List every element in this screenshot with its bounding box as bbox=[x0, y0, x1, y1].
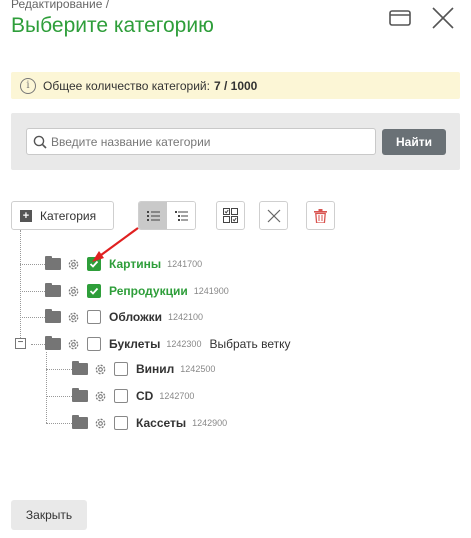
folder-icon bbox=[72, 388, 88, 402]
close-icon bbox=[432, 7, 454, 29]
category-checkbox[interactable] bbox=[114, 389, 128, 403]
tree-connector bbox=[20, 230, 21, 344]
info-icon: i bbox=[20, 77, 36, 94]
category-id: 1242900 bbox=[192, 418, 228, 428]
tree-item: Кассеты 1242900 bbox=[72, 413, 227, 433]
category-name[interactable]: Картины bbox=[109, 257, 161, 271]
category-name[interactable]: CD bbox=[136, 389, 153, 403]
find-button[interactable]: Найти bbox=[382, 129, 446, 155]
folder-icon bbox=[72, 415, 88, 429]
tree-item: CD 1242700 bbox=[72, 386, 194, 406]
maximize-icon bbox=[389, 10, 411, 26]
category-count-value: 7 / 1000 bbox=[213, 78, 258, 93]
gear-icon[interactable] bbox=[67, 285, 80, 298]
category-checkbox[interactable] bbox=[87, 337, 101, 351]
tree-connector bbox=[20, 317, 45, 318]
close-window-button[interactable] bbox=[431, 6, 455, 30]
view-toggle-group bbox=[138, 201, 196, 230]
category-name[interactable]: Репродукции bbox=[109, 284, 188, 298]
category-id: 1242100 bbox=[167, 312, 204, 322]
tree-item: Обложки 1242100 bbox=[45, 307, 203, 327]
search-panel: Найти bbox=[11, 113, 460, 170]
tree-connector bbox=[46, 352, 47, 423]
trash-icon bbox=[314, 208, 327, 223]
tree-connector bbox=[31, 344, 45, 345]
category-id: 1242300 bbox=[166, 339, 202, 349]
clear-selection-button[interactable] bbox=[259, 201, 288, 230]
folder-icon bbox=[45, 336, 61, 350]
checkmark-icon bbox=[89, 260, 99, 268]
category-id: 1242500 bbox=[180, 364, 216, 374]
list-view-icon bbox=[146, 210, 160, 221]
collapse-toggle-booklets[interactable]: − bbox=[15, 338, 26, 349]
category-id: 1242700 bbox=[159, 391, 195, 401]
tree-connector bbox=[20, 291, 45, 292]
plus-icon: + bbox=[20, 209, 32, 222]
category-id: 1241900 bbox=[193, 286, 229, 296]
tree-connector bbox=[46, 423, 72, 424]
breadcrumb: Редактирование / bbox=[11, 0, 110, 11]
folder-icon bbox=[45, 309, 61, 323]
category-count-label: Общее количество категорий: bbox=[43, 78, 210, 93]
category-id: 1241700 bbox=[167, 259, 203, 269]
checkmark-icon bbox=[89, 287, 99, 295]
gear-icon[interactable] bbox=[67, 311, 80, 324]
category-checkbox[interactable] bbox=[87, 284, 101, 298]
category-name[interactable]: Кассеты bbox=[136, 416, 186, 430]
add-category-label: Категория bbox=[40, 208, 97, 223]
category-checkbox[interactable] bbox=[87, 310, 101, 324]
category-name[interactable]: Буклеты bbox=[109, 337, 160, 351]
page-title: Выберите категорию bbox=[11, 14, 214, 37]
gear-icon[interactable] bbox=[94, 417, 107, 430]
search-field[interactable] bbox=[26, 128, 376, 155]
category-checkbox[interactable] bbox=[114, 416, 128, 430]
list-view-button[interactable] bbox=[139, 202, 167, 229]
tree-connector bbox=[46, 369, 72, 370]
gear-icon[interactable] bbox=[67, 338, 80, 351]
delete-button[interactable] bbox=[306, 201, 335, 230]
select-all-button[interactable] bbox=[216, 201, 245, 230]
category-count-notice: i Общее количество категорий: 7 / 1000 bbox=[11, 72, 460, 99]
close-button[interactable]: Закрыть bbox=[11, 500, 87, 530]
folder-icon bbox=[45, 256, 61, 270]
add-category-button[interactable]: + Категория bbox=[11, 201, 114, 230]
tree-item: Винил 1242500 bbox=[72, 359, 215, 379]
maximize-button[interactable] bbox=[388, 6, 412, 30]
tree-view-button[interactable] bbox=[167, 202, 195, 229]
tree-item: Картины 1241700 bbox=[45, 254, 202, 274]
category-name[interactable]: Обложки bbox=[109, 310, 162, 324]
category-checkbox[interactable] bbox=[114, 362, 128, 376]
select-all-icon bbox=[223, 208, 238, 223]
folder-icon bbox=[45, 283, 61, 297]
tree-view-icon bbox=[174, 210, 188, 221]
tree-item: Буклеты 1242300 Выбрать ветку bbox=[45, 334, 291, 354]
gear-icon[interactable] bbox=[67, 258, 80, 271]
clear-selection-icon bbox=[267, 209, 280, 222]
tree-connector bbox=[20, 264, 45, 265]
tree-connector bbox=[46, 396, 72, 397]
gear-icon[interactable] bbox=[94, 390, 107, 403]
folder-icon bbox=[72, 361, 88, 375]
category-checkbox[interactable] bbox=[87, 257, 101, 271]
select-branch-link[interactable]: Выбрать ветку bbox=[209, 337, 290, 351]
category-name[interactable]: Винил bbox=[136, 362, 174, 376]
gear-icon[interactable] bbox=[94, 363, 107, 376]
search-icon bbox=[33, 135, 47, 149]
search-input[interactable] bbox=[51, 134, 371, 149]
tree-item: Репродукции 1241900 bbox=[45, 281, 229, 301]
